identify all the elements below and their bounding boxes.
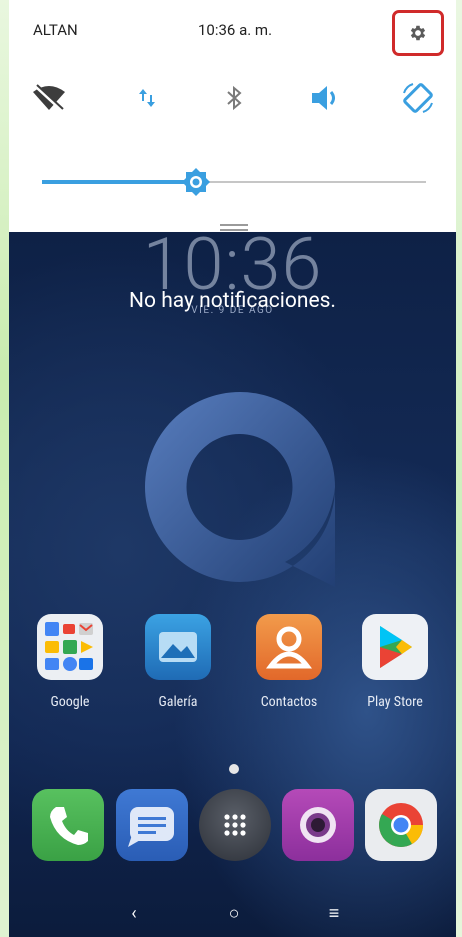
- brightness-slider[interactable]: [9, 160, 456, 204]
- background-edge: [0, 0, 9, 937]
- carrier-name: ALTAN: [33, 21, 78, 39]
- brightness-thumb[interactable]: [180, 166, 212, 198]
- brightness-icon: [181, 168, 210, 196]
- alcatel-logo: [145, 392, 335, 587]
- google-folder-icon: [37, 614, 103, 680]
- gear-icon: [410, 25, 426, 41]
- status-time: 10:36 a. m.: [198, 21, 273, 39]
- toggle-wifi[interactable]: [29, 78, 69, 118]
- wifi-off-icon: [33, 84, 65, 112]
- gallery-icon: [145, 614, 211, 680]
- quick-toggles-row: [9, 78, 456, 118]
- app-play-store[interactable]: Play Store: [350, 614, 440, 710]
- shade-handle: [220, 229, 248, 231]
- background-edge: [456, 0, 462, 937]
- app-label: Google: [50, 694, 90, 710]
- camera-icon: [300, 807, 336, 843]
- bluetooth-icon: [227, 85, 242, 111]
- contacts-icon: [256, 614, 322, 680]
- toggle-mobile-data[interactable]: [127, 78, 167, 118]
- page-indicator: [229, 764, 239, 774]
- shade-handle[interactable]: [220, 224, 248, 226]
- phone-screen: ALTAN 10:36 a. m. 10:36 VIE. 9 DE AGO No…: [0, 0, 462, 937]
- app-drawer-icon: [224, 814, 246, 836]
- chrome-icon: [379, 803, 423, 847]
- app-label: Contactos: [260, 694, 318, 710]
- status-row: ALTAN 10:36 a. m.: [9, 0, 456, 66]
- quick-settings-panel: ALTAN 10:36 a. m.: [9, 0, 456, 232]
- app-google[interactable]: Google: [25, 614, 115, 710]
- volume-icon: [312, 86, 335, 110]
- toggle-bluetooth[interactable]: [215, 78, 255, 118]
- play-store-icon: [362, 614, 428, 680]
- dock-app-drawer[interactable]: [199, 789, 271, 861]
- dock-camera[interactable]: [282, 789, 354, 861]
- home-icon: ○: [228, 902, 240, 924]
- nav-back-button[interactable]: ‹: [114, 893, 154, 933]
- app-contacts[interactable]: Contactos: [244, 614, 334, 710]
- settings-button[interactable]: [392, 10, 444, 56]
- app-row: Google Galería Contactos Play Store: [9, 614, 456, 724]
- recents-icon: ≡: [328, 902, 340, 924]
- navigation-bar: ‹ ○ ≡: [9, 887, 456, 937]
- dock-chrome[interactable]: [365, 789, 437, 861]
- no-notifications-text: No hay notificaciones.: [129, 289, 336, 313]
- nav-recents-button[interactable]: ≡: [314, 893, 354, 933]
- auto-rotate-icon: [403, 83, 433, 113]
- toggle-rotate[interactable]: [398, 78, 438, 118]
- dock: [9, 789, 456, 869]
- mobile-data-icon: [139, 89, 155, 107]
- back-icon: ‹: [131, 902, 137, 924]
- dock-messages[interactable]: [116, 789, 188, 861]
- dock-phone[interactable]: [32, 789, 104, 861]
- app-label: Play Store: [367, 694, 423, 710]
- phone-icon: [50, 807, 88, 845]
- messages-icon: [128, 807, 174, 847]
- nav-home-button[interactable]: ○: [214, 893, 254, 933]
- home-screen: 10:36 VIE. 9 DE AGO No hay notificacione…: [9, 232, 456, 937]
- brightness-fill: [42, 180, 196, 184]
- app-label: Galería: [158, 694, 198, 710]
- toggle-sound[interactable]: [306, 78, 346, 118]
- app-gallery[interactable]: Galería: [133, 614, 223, 710]
